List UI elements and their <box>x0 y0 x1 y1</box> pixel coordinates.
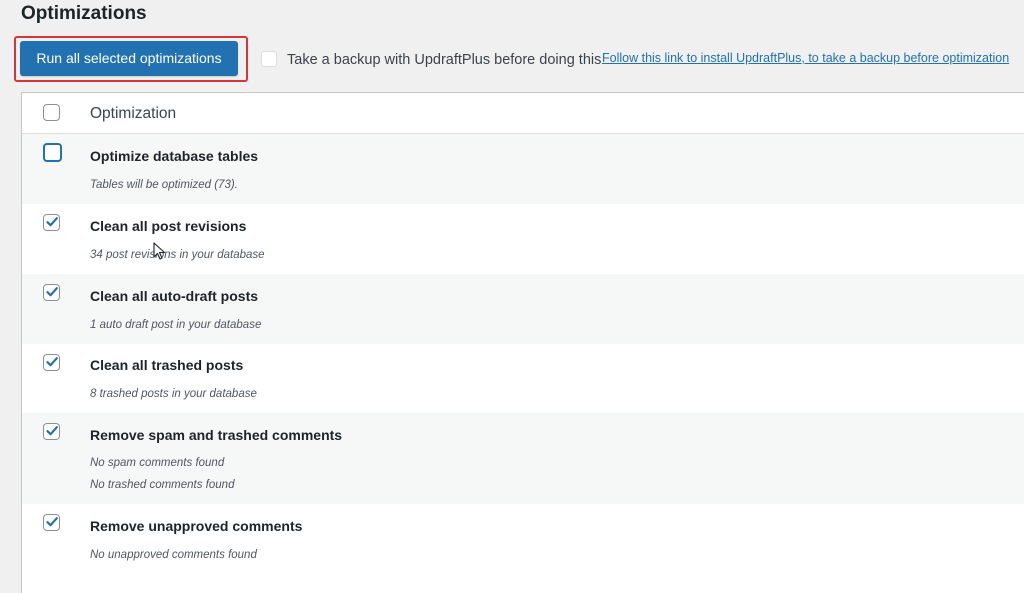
page-title: Optimizations <box>21 3 147 24</box>
backup-checkbox[interactable] <box>261 51 277 67</box>
row-description: 1 auto draft post in your database <box>90 319 262 331</box>
row-checkbox[interactable] <box>43 423 60 440</box>
optimizations-table: Optimization Optimize database tables Ta… <box>21 92 1024 593</box>
row-description: No trashed comments found <box>90 479 235 491</box>
row-description: 8 trashed posts in your database <box>90 388 257 400</box>
row-title: Remove unapproved comments <box>90 518 303 534</box>
row-title: Clean all post revisions <box>90 218 247 234</box>
table-row: Clean all auto-draft posts 1 auto draft … <box>22 274 1024 344</box>
check-icon <box>46 357 58 367</box>
table-row: Optimize database tables Tables will be … <box>22 134 1024 204</box>
row-checkbox[interactable] <box>43 284 60 301</box>
check-icon <box>46 426 58 436</box>
row-title: Clean all auto-draft posts <box>90 288 259 304</box>
row-title: Remove spam and trashed comments <box>90 427 343 443</box>
row-title: Optimize database tables <box>90 148 259 164</box>
row-checkbox[interactable] <box>43 143 62 162</box>
column-title-optimization: Optimization <box>90 105 177 122</box>
table-row: Remove unapproved comments No unapproved… <box>22 504 1024 584</box>
table-row: Clean all trashed posts 8 trashed posts … <box>22 344 1024 413</box>
row-description: 34 post revisions in your database <box>90 249 265 261</box>
mouse-cursor-icon <box>153 242 166 260</box>
select-all-checkbox[interactable] <box>43 104 60 121</box>
check-icon <box>46 287 58 297</box>
row-description: No unapproved comments found <box>90 549 257 561</box>
table-header: Optimization <box>22 93 1024 134</box>
row-title: Clean all trashed posts <box>90 357 244 373</box>
check-icon <box>46 517 58 527</box>
table-row: Remove spam and trashed comments No spam… <box>22 413 1024 504</box>
run-all-optimizations-button[interactable]: Run all selected optimizations <box>20 41 238 76</box>
row-checkbox[interactable] <box>43 214 60 231</box>
row-description: Tables will be optimized (73). <box>90 179 238 191</box>
table-row: Clean all post revisions 34 post revisio… <box>22 204 1024 274</box>
row-description: No spam comments found <box>90 457 225 469</box>
row-checkbox[interactable] <box>43 354 60 371</box>
install-updraftplus-link[interactable]: Follow this link to install UpdraftPlus,… <box>602 51 1009 65</box>
backup-label: Take a backup with UpdraftPlus before do… <box>287 52 602 68</box>
row-checkbox[interactable] <box>43 514 60 531</box>
check-icon <box>46 217 58 227</box>
